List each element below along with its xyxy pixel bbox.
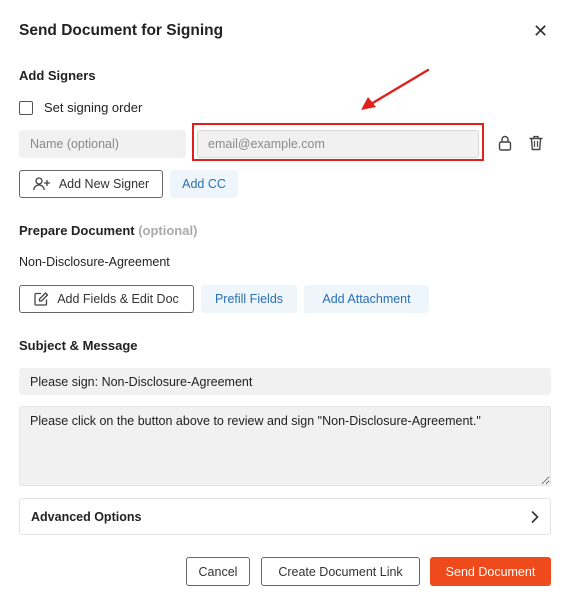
trash-icon[interactable] [529, 135, 543, 151]
prepare-document-title: Prepare Document [19, 223, 135, 238]
create-document-link-button[interactable]: Create Document Link [261, 557, 420, 586]
send-document-button[interactable]: Send Document [430, 557, 551, 586]
add-fields-edit-doc-button[interactable]: Add Fields & Edit Doc [19, 285, 194, 313]
add-new-signer-label: Add New Signer [58, 177, 150, 191]
add-attachment-button[interactable]: Add Attachment [304, 285, 429, 313]
optional-label: (optional) [138, 223, 198, 238]
prefill-fields-button[interactable]: Prefill Fields [201, 285, 297, 313]
subject-message-heading: Subject & Message [19, 338, 138, 353]
lock-icon[interactable] [498, 135, 512, 151]
subject-input[interactable] [19, 368, 551, 395]
annotation-arrow [361, 68, 430, 110]
advanced-options-label: Advanced Options [31, 509, 142, 524]
add-signers-heading: Add Signers [19, 68, 96, 83]
prepare-document-heading: Prepare Document (optional) [19, 223, 197, 238]
add-cc-button[interactable]: Add CC [170, 170, 238, 198]
dialog-title: Send Document for Signing [19, 22, 224, 39]
signer-name-input[interactable] [19, 130, 186, 158]
add-fields-label: Add Fields & Edit Doc [57, 292, 179, 306]
chevron-right-icon [531, 510, 539, 523]
close-icon[interactable]: ✕ [533, 22, 548, 40]
add-new-signer-button[interactable]: Add New Signer [19, 170, 163, 198]
signer-email-input[interactable] [197, 130, 479, 158]
add-user-icon [32, 177, 50, 191]
signing-order-label: Set signing order [44, 100, 143, 115]
message-textarea[interactable]: Please click on the button above to revi… [19, 406, 551, 486]
document-name: Non-Disclosure-Agreement [19, 255, 170, 269]
cancel-button[interactable]: Cancel [186, 557, 250, 586]
signing-order-checkbox[interactable] [19, 101, 33, 115]
edit-icon [34, 292, 49, 306]
advanced-options-row[interactable]: Advanced Options [19, 498, 551, 535]
